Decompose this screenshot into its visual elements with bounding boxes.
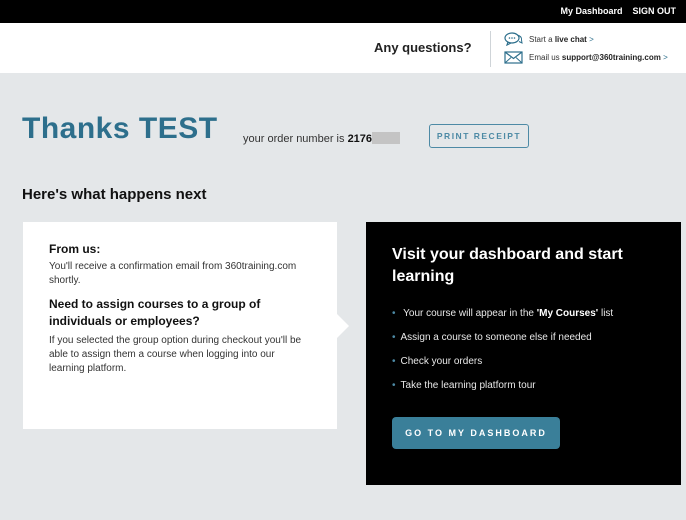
header: Any questions? Start a live chat > Email… [0,23,686,73]
dashboard-card-title: Visit your dashboard and start learning [392,246,623,285]
order-number-text: your order number is 2176 [243,132,401,145]
redacted-order-digits [372,132,401,144]
envelope-icon [504,51,523,64]
sign-out-link[interactable]: SIGN OUT [632,6,676,16]
group-assign-text: If you selected the group option during … [49,335,302,374]
email-row[interactable]: Email us support@360training.com > [504,51,668,64]
from-us-card: From us: You'll receive a confirmation e… [23,222,349,429]
top-bar: My Dashboard SIGN OUT [0,0,686,23]
go-to-dashboard-button[interactable]: GO TO MY DASHBOARD [392,417,560,449]
list-item: Check your orders [392,350,655,374]
from-us-title: From us: [49,242,101,256]
thanks-heading: Thanks TEST [22,112,218,145]
live-chat-text[interactable]: Start a live chat > [529,35,594,44]
live-chat-link[interactable]: live chat [555,35,587,44]
next-steps-heading: Here's what happens next [22,186,207,203]
group-assign-title: Need to assign courses to a group of ind… [49,297,261,328]
questions-label: Any questions? [374,40,472,55]
live-chat-row[interactable]: Start a live chat > [504,32,594,46]
print-receipt-button[interactable]: PRINT RECEIPT [429,124,529,148]
email-arrow: > [663,53,668,62]
my-dashboard-link[interactable]: My Dashboard [560,6,622,16]
list-item: Take the learning platform tour [392,374,655,398]
chat-arrow: > [589,34,594,44]
chat-bubbles-icon [504,32,523,46]
dashboard-card: Visit your dashboard and start learning … [366,222,681,485]
list-item: Assign a course to someone else if neede… [392,326,655,350]
header-divider [490,31,491,67]
confirmation-email-text: You'll receive a confirmation email from… [49,261,297,286]
dashboard-benefits-list: Your course will appear in the 'My Cours… [392,302,655,398]
email-text[interactable]: Email us support@360training.com > [529,53,668,62]
support-email-link[interactable]: support@360training.com [562,53,661,62]
order-number: 2176 [347,133,373,145]
list-item: Your course will appear in the 'My Cours… [392,302,655,326]
top-links: My Dashboard SIGN OUT [560,6,676,16]
